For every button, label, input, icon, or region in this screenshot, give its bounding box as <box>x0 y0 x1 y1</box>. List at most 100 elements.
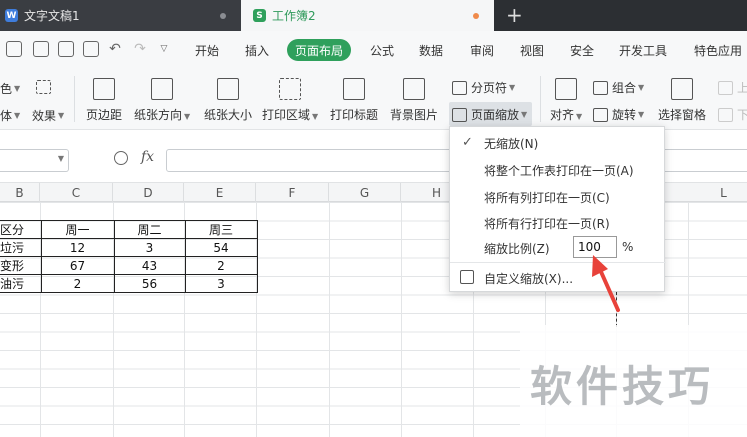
bring-forward-icon <box>718 80 733 95</box>
unsaved-dot <box>473 13 479 19</box>
page-break-icon <box>452 80 467 95</box>
table-cell[interactable]: 周三 <box>184 220 258 239</box>
custom-zoom-icon <box>460 270 474 284</box>
folder-icon[interactable] <box>6 41 22 57</box>
zoom-search-icon[interactable] <box>114 151 128 165</box>
column-header-f[interactable]: F <box>256 183 329 202</box>
quick-access-more-icon[interactable]: ▽ <box>156 41 172 57</box>
page-zoom-icon <box>452 107 467 122</box>
column-header-c[interactable]: C <box>40 183 113 202</box>
table-cell[interactable]: 43 <box>113 256 186 275</box>
table-row: 垃污 12 3 54 <box>0 238 258 257</box>
table-cell[interactable]: 2 <box>40 274 115 293</box>
ribbon-toolbar: 色 ▼ 体 ▼ 效果 ▼ 页边距 纸张方向 ▼ 纸张大小 打印区域 ▼ 打印标题 背景图片… <box>0 68 747 130</box>
menu-view[interactable]: 视图 <box>520 42 544 59</box>
table-cell[interactable]: 区分 <box>0 220 42 239</box>
tab-document-title: 文字文稿1 <box>24 9 80 23</box>
writer-icon: W <box>5 9 18 22</box>
separator <box>540 76 541 122</box>
align-icon <box>555 78 578 100</box>
align-button[interactable]: 对齐 ▼ <box>550 78 582 123</box>
image-icon <box>403 78 425 100</box>
rotate-icon <box>593 107 608 122</box>
save-icon[interactable] <box>33 41 49 57</box>
print-area-button[interactable]: 打印区域 ▼ <box>262 78 318 123</box>
spreadsheet-icon: S <box>253 9 266 22</box>
menu-security[interactable]: 安全 <box>570 42 594 59</box>
effect-button[interactable]: 效果 ▼ <box>32 107 64 124</box>
font-button[interactable]: 体 ▼ <box>0 107 20 124</box>
group-button[interactable]: 组合 ▼ <box>593 79 644 96</box>
menu-divider <box>450 262 666 263</box>
redo-icon[interactable]: ↷ <box>132 41 148 57</box>
background-image-button[interactable]: 背景图片 <box>390 78 438 123</box>
print-preview-icon[interactable] <box>83 41 99 57</box>
orientation-button[interactable]: 纸张方向 ▼ <box>134 78 190 123</box>
bring-forward-button[interactable]: 上 <box>718 79 747 96</box>
menu-special[interactable]: 特色应用 <box>694 42 742 59</box>
tab-workbook[interactable]: S 工作簿2 <box>241 0 494 31</box>
menu-insert[interactable]: 插入 <box>245 42 269 59</box>
page-break-button[interactable]: 分页符 ▼ <box>452 79 515 96</box>
table-cell[interactable]: 2 <box>184 256 258 275</box>
name-box[interactable]: ▼ <box>0 149 69 172</box>
table-cell[interactable]: 周一 <box>40 220 115 239</box>
selection-pane-button[interactable]: 选择窗格 <box>658 78 706 123</box>
menu-item-fit-rows[interactable]: 将所有行打印在一页(R) <box>484 215 610 232</box>
rotate-button[interactable]: 旋转 ▼ <box>593 106 644 123</box>
send-backward-button[interactable]: 下 <box>718 106 747 123</box>
menu-review[interactable]: 审阅 <box>470 42 494 59</box>
print-titles-icon <box>343 78 365 100</box>
menu-item-custom-zoom[interactable]: 自定义缩放(X)... <box>484 270 573 287</box>
table-cell[interactable]: 变形 <box>0 256 42 275</box>
menu-item-fit-sheet[interactable]: 将整个工作表打印在一页(A) <box>484 162 634 179</box>
table-cell[interactable]: 67 <box>40 256 115 275</box>
column-header-d[interactable]: D <box>113 183 184 202</box>
menu-formulas[interactable]: 公式 <box>370 42 394 59</box>
menu-item-fit-columns[interactable]: 将所有列打印在一页(C) <box>484 189 610 206</box>
menu-home[interactable]: 开始 <box>195 42 219 59</box>
watermark: 软件技巧 <box>520 325 747 437</box>
paper-size-button[interactable]: 纸张大小 <box>204 78 252 123</box>
orientation-icon <box>151 78 174 100</box>
tab-document[interactable]: W 文字文稿1 <box>0 0 241 31</box>
tab-status-dot <box>220 13 226 19</box>
column-header-g[interactable]: G <box>329 183 401 202</box>
table-row: 油污 2 56 3 <box>0 274 258 293</box>
theme-icon[interactable] <box>36 80 55 94</box>
data-table: 区分 周一 周二 周三 垃污 12 3 54 变形 67 43 2 油污 2 5… <box>0 220 258 293</box>
chevron-down-icon[interactable]: ▼ <box>58 154 64 163</box>
menu-data[interactable]: 数据 <box>419 42 443 59</box>
print-titles-button[interactable]: 打印标题 <box>330 78 378 123</box>
percent-label: % <box>622 240 634 254</box>
print-icon[interactable] <box>58 41 74 57</box>
menu-bar: ↶ ↷ ▽ 开始 插入 页面布局 公式 数据 审阅 视图 安全 开发工具 特色应… <box>0 31 747 68</box>
page-zoom-dropdown: ✓ 无缩放(N) 将整个工作表打印在一页(A) 将所有列打印在一页(C) 将所有… <box>449 126 666 292</box>
menu-item-no-zoom[interactable]: 无缩放(N) <box>484 135 538 152</box>
table-row: 变形 67 43 2 <box>0 256 258 275</box>
selection-pane-icon <box>671 78 693 100</box>
menu-developer[interactable]: 开发工具 <box>619 42 667 59</box>
print-area-icon <box>279 78 302 100</box>
send-backward-icon <box>718 107 733 122</box>
table-cell[interactable]: 3 <box>184 274 258 293</box>
table-cell[interactable]: 油污 <box>0 274 42 293</box>
new-tab-button[interactable]: + <box>506 3 523 27</box>
paper-size-icon <box>217 78 239 100</box>
column-header-b[interactable]: B <box>0 183 40 202</box>
column-header-e[interactable]: E <box>184 183 256 202</box>
table-cell[interactable]: 3 <box>113 238 186 257</box>
color-scheme-button[interactable]: 色 ▼ <box>0 80 20 97</box>
table-cell[interactable]: 56 <box>113 274 186 293</box>
table-cell[interactable]: 12 <box>40 238 115 257</box>
table-cell[interactable]: 周二 <box>113 220 186 239</box>
column-header-l[interactable]: L <box>688 183 747 202</box>
scale-label: 缩放比例(Z) <box>484 242 550 256</box>
page-zoom-button[interactable]: 页面缩放 ▼ <box>449 102 532 126</box>
undo-icon[interactable]: ↶ <box>107 41 123 57</box>
margins-button[interactable]: 页边距 <box>86 78 122 123</box>
table-cell[interactable]: 54 <box>184 238 258 257</box>
table-cell[interactable]: 垃污 <box>0 238 42 257</box>
menu-page-layout[interactable]: 页面布局 <box>287 39 351 61</box>
fx-icon[interactable]: fx <box>141 149 154 165</box>
